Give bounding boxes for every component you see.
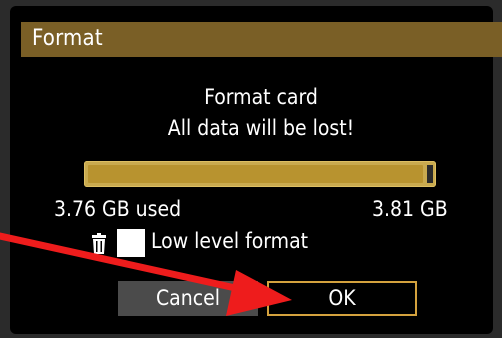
cancel-button[interactable]: Cancel xyxy=(118,281,258,316)
card-usage-bar xyxy=(84,161,436,187)
used-space-label: 3.76 GB used xyxy=(54,197,182,221)
low-level-format-label: Low level format xyxy=(151,229,309,253)
format-title: Format xyxy=(32,26,103,51)
trash-icon xyxy=(92,233,106,254)
card-usage-fill xyxy=(88,165,423,183)
format-card-message: Format card xyxy=(204,85,318,109)
ok-button[interactable]: OK xyxy=(267,281,417,316)
data-loss-warning: All data will be lost! xyxy=(167,116,355,140)
card-usage-free-space xyxy=(427,165,433,183)
format-title-bar: Format xyxy=(21,22,502,57)
total-space-label: 3.81 GB xyxy=(372,197,448,221)
low-level-format-checkbox[interactable] xyxy=(117,229,145,257)
